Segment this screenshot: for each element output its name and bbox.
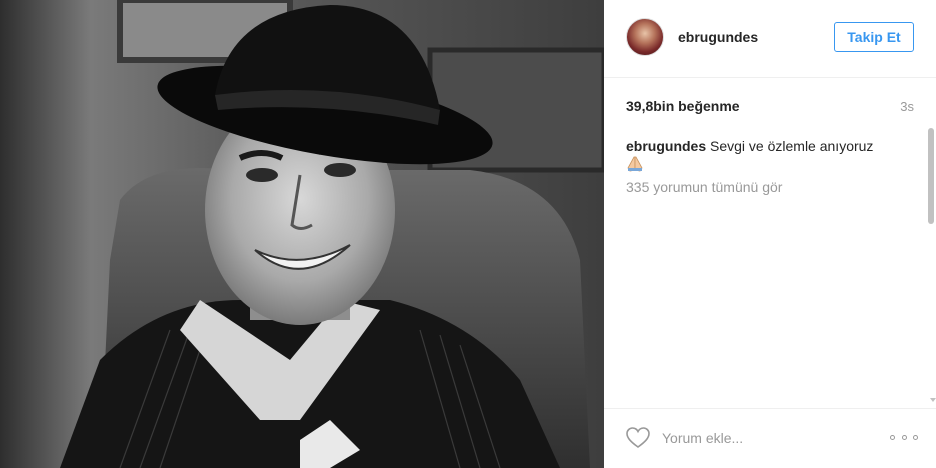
post-details-panel: ebrugundes Takip Et 39,8bin beğenme 3s e… <box>604 0 936 468</box>
more-options-icon[interactable] <box>890 429 918 445</box>
comments-scrollbar[interactable] <box>927 124 936 406</box>
scroll-down-arrow-icon[interactable] <box>930 398 936 402</box>
post-time[interactable]: 3s <box>900 99 914 114</box>
dot <box>890 434 895 440</box>
heart-icon[interactable] <box>626 427 650 449</box>
caption: ebrugundes Sevgi ve özlemle anıyoruz <box>626 137 906 175</box>
follow-button[interactable]: Takip Et <box>834 22 914 52</box>
caption-text: Sevgi ve özlemle anıyoruz <box>706 138 874 154</box>
portrait-illustration <box>0 0 604 468</box>
likes-count[interactable]: 39,8bin beğenme <box>626 98 740 114</box>
post-photo[interactable] <box>0 0 604 468</box>
post-header: ebrugundes Takip Et <box>604 0 936 78</box>
post-footer <box>604 408 936 468</box>
dot <box>913 434 918 440</box>
avatar[interactable] <box>626 18 664 56</box>
caption-username[interactable]: ebrugundes <box>626 138 706 154</box>
view-all-comments-link[interactable]: 335 yorumun tümünü gör <box>626 179 782 195</box>
dot <box>901 434 907 440</box>
praying-hands-icon <box>627 156 643 172</box>
scrollbar-thumb[interactable] <box>928 128 934 224</box>
comment-input[interactable] <box>662 426 882 450</box>
header-username[interactable]: ebrugundes <box>678 29 758 45</box>
